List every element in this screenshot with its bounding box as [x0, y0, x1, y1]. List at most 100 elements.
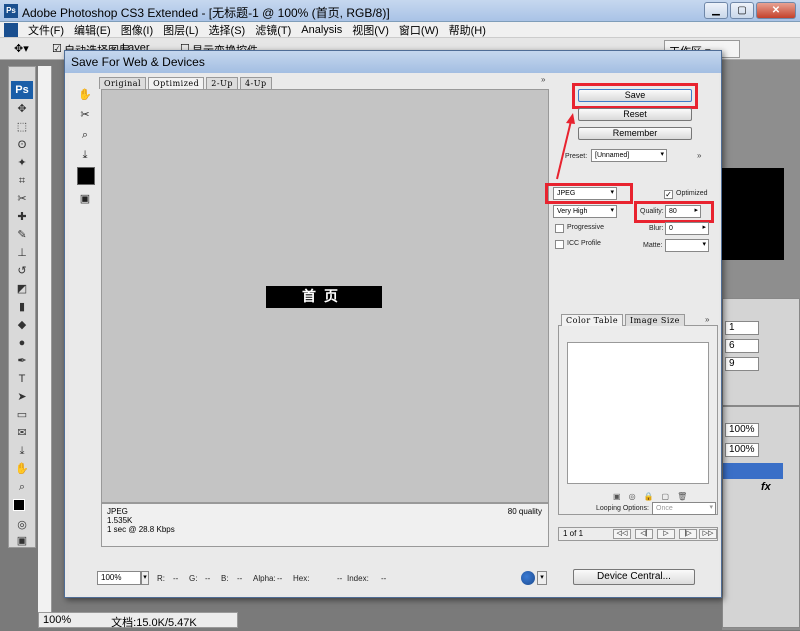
zoom-tool-icon[interactable]: ⌕ [15, 481, 29, 493]
readout-r-label: R: [157, 574, 165, 583]
screen-mode-icon[interactable]: ▣ [15, 535, 29, 547]
app-menu-icon[interactable] [4, 22, 18, 37]
color-table-menu-icon[interactable]: » [705, 315, 709, 324]
tab-image-size[interactable]: Image Size [625, 314, 685, 326]
menu-analysis[interactable]: Analysis [301, 24, 342, 36]
app-titlebar: Ps Adobe Photoshop CS3 Extended - [无标题-1… [0, 0, 800, 22]
eraser-tool-icon[interactable]: ◩ [15, 283, 29, 295]
menu-file[interactable]: 文件(F) [28, 22, 64, 38]
toggle-slices-icon[interactable]: ▣ [77, 191, 93, 207]
first-frame-button[interactable]: ◁◁ [613, 529, 631, 539]
map-color-icon[interactable]: ▣ [613, 492, 621, 501]
menu-view[interactable]: 视图(V) [352, 22, 389, 38]
brush-tool-icon[interactable]: ✎ [15, 229, 29, 241]
prev-frame-button[interactable]: ◁| [635, 529, 653, 539]
status-zoom[interactable]: 100% [43, 614, 71, 626]
next-frame-button[interactable]: |▷ [679, 529, 697, 539]
menu-image[interactable]: 图像(I) [121, 22, 153, 38]
stamp-tool-icon[interactable]: ⊥ [15, 247, 29, 259]
preview-browser-icon[interactable] [521, 571, 535, 585]
settings-menu-icon[interactable]: » [697, 151, 701, 160]
eyedropper-tool-icon[interactable]: ⤓ [15, 445, 29, 457]
auto-select-checkbox[interactable]: ☑ [52, 42, 62, 55]
optimized-label: Optimized [676, 190, 708, 197]
blur-tool-icon[interactable]: ◆ [15, 319, 29, 331]
path-select-icon[interactable]: ➤ [15, 391, 29, 403]
remember-button[interactable]: Remember [578, 127, 692, 140]
zoom-tool-icon[interactable]: ⌕ [77, 127, 93, 143]
banner-image: 首页 [266, 286, 382, 308]
tab-2up[interactable]: 2-Up [206, 77, 238, 89]
icc-profile-checkbox[interactable] [555, 240, 564, 249]
looping-select[interactable]: Once ▾ [652, 502, 716, 515]
lasso-tool-icon[interactable]: ʘ [15, 139, 29, 151]
move-tool-icon[interactable]: ✥▾ [14, 42, 29, 55]
gradient-tool-icon[interactable]: ▮ [15, 301, 29, 313]
lock-color-icon[interactable]: 🔒 [644, 492, 654, 501]
last-frame-button[interactable]: ▷▷ [699, 529, 717, 539]
color-panel: 1 6 9 [722, 298, 800, 406]
type-tool-icon[interactable]: T [15, 373, 29, 385]
hand-tool-icon[interactable]: ✋ [15, 463, 29, 475]
delete-color-icon[interactable]: 🗑 [677, 492, 687, 501]
marquee-tool-icon[interactable]: ⬚ [15, 121, 29, 133]
menu-window[interactable]: 窗口(W) [399, 22, 439, 38]
selected-layer-row[interactable] [723, 463, 783, 479]
color-field-2[interactable]: 6 [725, 339, 759, 353]
maximize-button[interactable]: ▢ [730, 2, 754, 19]
tab-optimized[interactable]: Optimized [148, 77, 205, 89]
browser-dropdown-icon[interactable]: ▾ [537, 571, 547, 585]
new-color-icon[interactable]: ▢ [662, 492, 670, 501]
layers-zoom-1[interactable]: 100% [725, 423, 759, 437]
eyedropper-color-swatch[interactable] [77, 167, 95, 185]
slice-select-icon[interactable]: ✂ [77, 107, 93, 123]
blur-input[interactable]: 0 ▸ [665, 222, 709, 235]
shape-tool-icon[interactable]: ▭ [15, 409, 29, 421]
eyedropper-icon[interactable]: ⤓ [77, 147, 93, 163]
compression-quality-select[interactable]: Very High ▾ [553, 205, 617, 218]
quality-input[interactable]: 80 ▸ [665, 205, 701, 218]
menu-filter[interactable]: 滤镜(T) [255, 22, 291, 38]
matte-select[interactable]: ▾ [665, 239, 709, 252]
quick-mask-icon[interactable]: ◎ [15, 519, 29, 531]
healing-brush-icon[interactable]: ✚ [15, 211, 29, 223]
menu-help[interactable]: 帮助(H) [449, 22, 486, 38]
preset-select[interactable]: [Unnamed] ▾ [591, 149, 667, 162]
readout-index-value: -- [381, 574, 387, 583]
ps-badge: Ps [11, 81, 33, 99]
tab-4up[interactable]: 4-Up [239, 77, 272, 89]
zoom-dropdown-icon[interactable]: ▾ [141, 571, 149, 585]
slice-tool-icon[interactable]: ✂ [15, 193, 29, 205]
optimized-checkbox[interactable]: ✓ [664, 190, 673, 199]
layers-zoom-2[interactable]: 100% [725, 443, 759, 457]
fx-icon[interactable]: fx [761, 481, 771, 493]
readout-alpha-label: Alpha: [253, 574, 276, 583]
reset-button[interactable]: Reset [578, 108, 692, 121]
tab-original[interactable]: Original [99, 77, 147, 89]
expand-arrow-icon[interactable]: » [541, 75, 545, 84]
menu-layer[interactable]: 图层(L) [163, 22, 198, 38]
crop-tool-icon[interactable]: ⌗ [15, 175, 29, 187]
color-field-1[interactable]: 1 [725, 321, 759, 335]
minimize-button[interactable]: ▁ [704, 2, 728, 19]
close-button[interactable]: ✕ [756, 2, 796, 19]
save-button[interactable]: Save [578, 89, 692, 102]
foreground-color-swatch[interactable] [13, 499, 25, 511]
tab-color-table[interactable]: Color Table [561, 314, 624, 326]
dodge-tool-icon[interactable]: ● [15, 337, 29, 349]
pen-tool-icon[interactable]: ✒ [15, 355, 29, 367]
progressive-checkbox[interactable] [555, 224, 564, 233]
notes-tool-icon[interactable]: ✉ [15, 427, 29, 439]
menu-edit[interactable]: 编辑(E) [74, 22, 111, 38]
format-select[interactable]: JPEG ▾ [553, 187, 617, 200]
menu-select[interactable]: 选择(S) [209, 22, 246, 38]
web-shift-icon[interactable]: ◎ [629, 492, 636, 501]
move-tool-icon[interactable]: ✥ [15, 103, 29, 115]
hand-tool-icon[interactable]: ✋ [77, 87, 93, 103]
magic-wand-icon[interactable]: ✦ [15, 157, 29, 169]
zoom-select[interactable]: 100% [97, 571, 141, 585]
history-brush-icon[interactable]: ↺ [15, 265, 29, 277]
device-central-button[interactable]: Device Central... [573, 569, 695, 585]
color-field-3[interactable]: 9 [725, 357, 759, 371]
play-button[interactable]: ▷ [657, 529, 675, 539]
